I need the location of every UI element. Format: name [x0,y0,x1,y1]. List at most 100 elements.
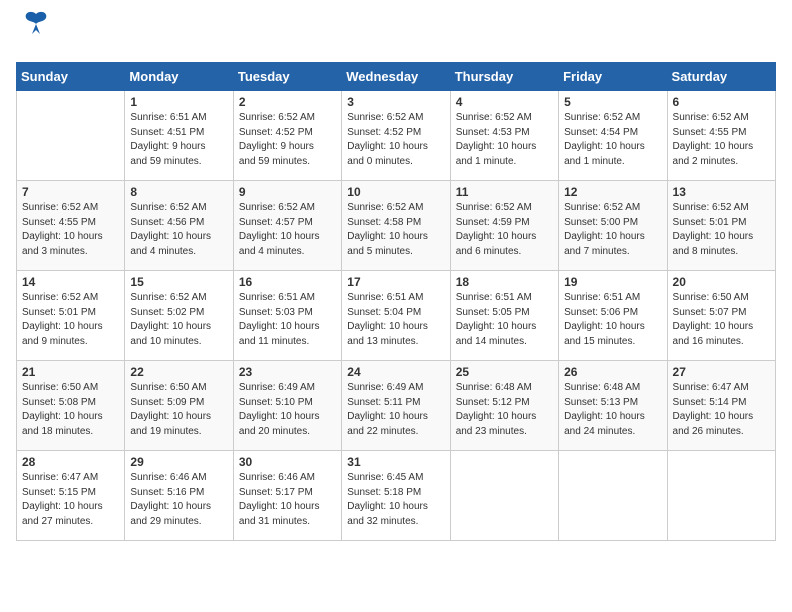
calendar-cell: 28 Sunrise: 6:47 AM Sunset: 5:15 PM Dayli… [17,451,125,541]
day-number: 1 [130,95,227,109]
calendar-cell: 19 Sunrise: 6:51 AM Sunset: 5:06 PM Dayli… [559,271,667,361]
day-number: 4 [456,95,553,109]
day-info: Sunrise: 6:46 AM Sunset: 5:16 PM Dayligh… [130,471,227,529]
day-info: Sunrise: 6:47 AM Sunset: 5:15 PM Dayligh… [22,471,119,529]
day-info: Sunrise: 6:48 AM Sunset: 5:12 PM Dayligh… [456,381,553,439]
day-info: Sunrise: 6:49 AM Sunset: 5:11 PM Dayligh… [347,381,444,439]
calendar-week-row: 14 Sunrise: 6:52 AM Sunset: 5:01 PM Dayli… [17,271,776,361]
column-header-tuesday: Tuesday [233,63,341,91]
day-number: 18 [456,275,553,289]
calendar-week-row: 1 Sunrise: 6:51 AM Sunset: 4:51 PM Daylig… [17,91,776,181]
calendar-cell: 25 Sunrise: 6:48 AM Sunset: 5:12 PM Dayli… [450,361,558,451]
day-number: 12 [564,185,661,199]
calendar-cell: 15 Sunrise: 6:52 AM Sunset: 5:02 PM Dayli… [125,271,233,361]
calendar-cell: 24Sunrise: 6:49 AM Sunset: 5:11 PM Dayli… [342,361,450,451]
calendar-cell: 21Sunrise: 6:50 AM Sunset: 5:08 PM Dayli… [17,361,125,451]
column-header-wednesday: Wednesday [342,63,450,91]
day-info: Sunrise: 6:50 AM Sunset: 5:07 PM Dayligh… [673,291,770,349]
calendar-cell: 23 Sunrise: 6:49 AM Sunset: 5:10 PM Dayli… [233,361,341,451]
calendar-header-row: SundayMondayTuesdayWednesdayThursdayFrid… [17,63,776,91]
calendar-cell: 20 Sunrise: 6:50 AM Sunset: 5:07 PM Dayli… [667,271,775,361]
day-info: Sunrise: 6:51 AM Sunset: 5:05 PM Dayligh… [456,291,553,349]
day-number: 11 [456,185,553,199]
day-number: 26 [564,365,661,379]
calendar-cell: 5 Sunrise: 6:52 AM Sunset: 4:54 PM Daylig… [559,91,667,181]
day-number: 22 [130,365,227,379]
column-header-sunday: Sunday [17,63,125,91]
calendar-cell: 11Sunrise: 6:52 AM Sunset: 4:59 PM Dayli… [450,181,558,271]
calendar-cell: 6 Sunrise: 6:52 AM Sunset: 4:55 PM Daylig… [667,91,775,181]
logo [16,16,54,52]
calendar-cell: 30 Sunrise: 6:46 AM Sunset: 5:17 PM Dayli… [233,451,341,541]
calendar-cell [17,91,125,181]
day-info: Sunrise: 6:50 AM Sunset: 5:08 PM Dayligh… [22,381,119,439]
day-number: 28 [22,455,119,469]
calendar-cell: 27 Sunrise: 6:47 AM Sunset: 5:14 PM Dayli… [667,361,775,451]
day-number: 17 [347,275,444,289]
calendar-cell: 8Sunrise: 6:52 AM Sunset: 4:56 PM Daylig… [125,181,233,271]
logo-bird-icon [18,8,54,52]
day-info: Sunrise: 6:52 AM Sunset: 5:00 PM Dayligh… [564,201,661,259]
day-info: Sunrise: 6:51 AM Sunset: 4:51 PM Dayligh… [130,111,227,169]
day-info: Sunrise: 6:45 AM Sunset: 5:18 PM Dayligh… [347,471,444,529]
calendar-cell: 14 Sunrise: 6:52 AM Sunset: 5:01 PM Dayli… [17,271,125,361]
day-info: Sunrise: 6:48 AM Sunset: 5:13 PM Dayligh… [564,381,661,439]
day-number: 15 [130,275,227,289]
day-info: Sunrise: 6:52 AM Sunset: 4:58 PM Dayligh… [347,201,444,259]
day-number: 5 [564,95,661,109]
day-info: Sunrise: 6:51 AM Sunset: 5:03 PM Dayligh… [239,291,336,349]
calendar-cell: 3Sunrise: 6:52 AM Sunset: 4:52 PM Daylig… [342,91,450,181]
column-header-friday: Friday [559,63,667,91]
calendar-cell: 31 Sunrise: 6:45 AM Sunset: 5:18 PM Dayli… [342,451,450,541]
calendar-cell: 2 Sunrise: 6:52 AM Sunset: 4:52 PM Daylig… [233,91,341,181]
day-number: 3 [347,95,444,109]
calendar-week-row: 28 Sunrise: 6:47 AM Sunset: 5:15 PM Dayli… [17,451,776,541]
day-number: 7 [22,185,119,199]
calendar-cell: 18 Sunrise: 6:51 AM Sunset: 5:05 PM Dayli… [450,271,558,361]
day-number: 10 [347,185,444,199]
day-number: 25 [456,365,553,379]
calendar-table: SundayMondayTuesdayWednesdayThursdayFrid… [16,62,776,541]
day-number: 9 [239,185,336,199]
day-info: Sunrise: 6:52 AM Sunset: 4:56 PM Dayligh… [130,201,227,259]
calendar-cell: 22Sunrise: 6:50 AM Sunset: 5:09 PM Dayli… [125,361,233,451]
calendar-cell: 10 Sunrise: 6:52 AM Sunset: 4:58 PM Dayli… [342,181,450,271]
calendar-cell: 9 Sunrise: 6:52 AM Sunset: 4:57 PM Daylig… [233,181,341,271]
day-info: Sunrise: 6:52 AM Sunset: 4:55 PM Dayligh… [673,111,770,169]
day-info: Sunrise: 6:52 AM Sunset: 5:01 PM Dayligh… [22,291,119,349]
day-number: 6 [673,95,770,109]
calendar-cell: 4 Sunrise: 6:52 AM Sunset: 4:53 PM Daylig… [450,91,558,181]
column-header-thursday: Thursday [450,63,558,91]
calendar-cell: 7Sunrise: 6:52 AM Sunset: 4:55 PM Daylig… [17,181,125,271]
day-number: 16 [239,275,336,289]
day-number: 14 [22,275,119,289]
day-info: Sunrise: 6:52 AM Sunset: 4:53 PM Dayligh… [456,111,553,169]
calendar-cell: 26 Sunrise: 6:48 AM Sunset: 5:13 PM Dayli… [559,361,667,451]
calendar-cell: 29 Sunrise: 6:46 AM Sunset: 5:16 PM Dayli… [125,451,233,541]
day-info: Sunrise: 6:51 AM Sunset: 5:06 PM Dayligh… [564,291,661,349]
day-number: 30 [239,455,336,469]
calendar-week-row: 21Sunrise: 6:50 AM Sunset: 5:08 PM Dayli… [17,361,776,451]
calendar-cell: 16 Sunrise: 6:51 AM Sunset: 5:03 PM Dayli… [233,271,341,361]
calendar-cell [559,451,667,541]
day-number: 29 [130,455,227,469]
page-header [16,16,776,52]
day-number: 27 [673,365,770,379]
day-info: Sunrise: 6:46 AM Sunset: 5:17 PM Dayligh… [239,471,336,529]
calendar-cell: 12 Sunrise: 6:52 AM Sunset: 5:00 PM Dayli… [559,181,667,271]
day-number: 20 [673,275,770,289]
day-info: Sunrise: 6:52 AM Sunset: 4:54 PM Dayligh… [564,111,661,169]
column-header-monday: Monday [125,63,233,91]
day-number: 2 [239,95,336,109]
day-number: 19 [564,275,661,289]
day-number: 23 [239,365,336,379]
day-info: Sunrise: 6:52 AM Sunset: 4:57 PM Dayligh… [239,201,336,259]
day-info: Sunrise: 6:52 AM Sunset: 4:52 PM Dayligh… [239,111,336,169]
day-info: Sunrise: 6:52 AM Sunset: 5:02 PM Dayligh… [130,291,227,349]
day-info: Sunrise: 6:49 AM Sunset: 5:10 PM Dayligh… [239,381,336,439]
day-number: 13 [673,185,770,199]
day-number: 31 [347,455,444,469]
calendar-cell: 17 Sunrise: 6:51 AM Sunset: 5:04 PM Dayli… [342,271,450,361]
day-info: Sunrise: 6:47 AM Sunset: 5:14 PM Dayligh… [673,381,770,439]
day-info: Sunrise: 6:51 AM Sunset: 5:04 PM Dayligh… [347,291,444,349]
